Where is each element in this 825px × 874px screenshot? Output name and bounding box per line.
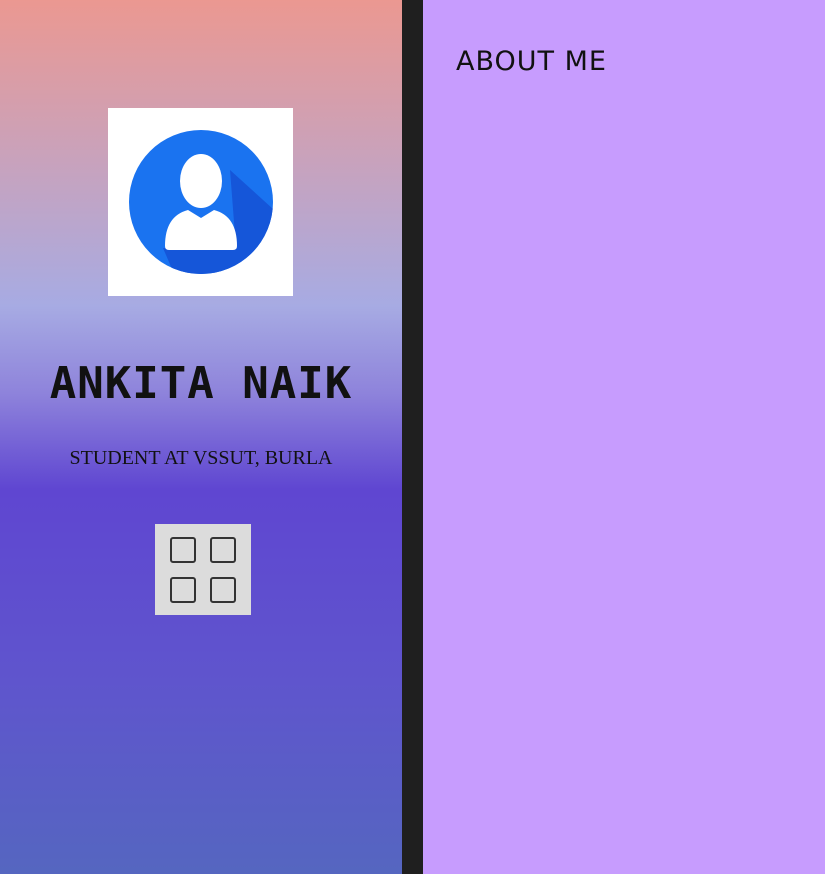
profile-subtitle: STUDENT AT VSSUT, BURLA [69, 447, 333, 469]
profile-sidebar: ANKITA NAIK STUDENT AT VSSUT, BURLA [0, 0, 402, 874]
about-panel: ABOUT ME [423, 0, 825, 874]
menu-button[interactable] [155, 524, 251, 615]
panel-divider [402, 0, 423, 874]
profile-name: ANKITA NAIK [49, 358, 353, 409]
about-title: ABOUT ME [456, 46, 607, 77]
user-avatar-icon [129, 130, 273, 274]
grid-icon [170, 537, 236, 603]
page: ANKITA NAIK STUDENT AT VSSUT, BURLA ABOU… [0, 0, 825, 874]
avatar [108, 108, 293, 296]
